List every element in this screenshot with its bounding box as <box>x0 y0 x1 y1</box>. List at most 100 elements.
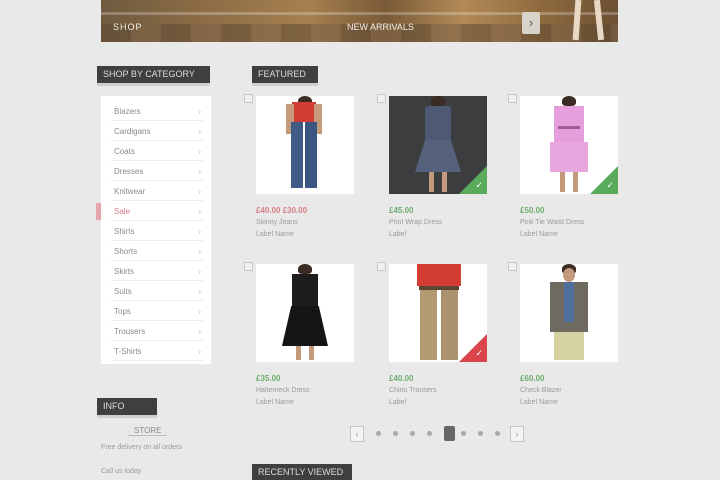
page-dot-current[interactable]: 5 <box>444 426 455 441</box>
compare-checkbox[interactable] <box>244 262 253 271</box>
page-dot[interactable]: 3 <box>410 431 415 436</box>
model-top <box>292 102 316 122</box>
product-price: £45.00 <box>389 206 414 215</box>
model-dress <box>425 106 451 142</box>
product-brand: Label Name <box>520 231 558 238</box>
store-logo[interactable]: STORE <box>128 426 168 436</box>
chevron-right-icon: › <box>198 167 201 176</box>
sidebar-category-item[interactable]: T-Shirts › <box>111 342 203 361</box>
model-chinos <box>420 290 437 360</box>
sidebar-category-item[interactable]: Shorts › <box>111 242 203 261</box>
product-image[interactable] <box>256 96 354 194</box>
prev-page-icon[interactable]: ‹ <box>350 426 364 442</box>
banner-band <box>101 12 618 15</box>
compare-checkbox[interactable] <box>377 262 386 271</box>
model-leg <box>296 346 301 360</box>
model-top <box>417 264 461 286</box>
model-dress <box>554 106 584 144</box>
product-image[interactable] <box>256 264 354 362</box>
product-price: £50.00 <box>520 206 545 215</box>
chevron-right-icon: › <box>198 207 201 216</box>
check-icon: ✓ <box>475 180 483 190</box>
chevron-right-icon: › <box>198 307 201 316</box>
chevron-right-icon: › <box>198 327 201 336</box>
sidebar-category-label: Trousers <box>114 327 146 336</box>
sidebar-category-item[interactable]: Knitwear › <box>111 182 203 201</box>
product-image[interactable]: ✓ <box>389 264 487 362</box>
product-image[interactable] <box>520 264 618 362</box>
product-name[interactable]: Print Wrap Dress <box>389 219 442 226</box>
sidebar-category-item[interactable]: Skirts › <box>111 262 203 281</box>
chevron-right-icon: › <box>198 287 201 296</box>
model-head <box>563 268 575 282</box>
compare-checkbox[interactable] <box>508 94 517 103</box>
sidebar-category-label: Shorts <box>114 247 138 256</box>
sidebar-category-label: Cardigans <box>114 127 151 136</box>
product-price: £40.00 <box>389 374 414 383</box>
sidebar-category-item[interactable]: Sale › <box>111 202 203 221</box>
sidebar-category-label: Sale <box>114 207 131 216</box>
model-dress-skirt <box>282 306 328 346</box>
category-list: Blazers › Cardigans › Coats › Dresses › Knitwear… <box>101 96 211 364</box>
sidebar-category-item[interactable]: Tops › <box>111 302 203 321</box>
model-dress-skirt <box>415 140 461 172</box>
model-shirt <box>564 282 574 322</box>
page-dot[interactable]: 4 <box>427 431 432 436</box>
product-image[interactable]: ✓ <box>389 96 487 194</box>
sidebar-category-label: Coats <box>114 147 135 156</box>
product-image[interactable]: ✓ <box>520 96 618 194</box>
sidebar-category-item[interactable]: Suits › <box>111 282 203 301</box>
chevron-right-icon: › <box>198 267 201 276</box>
product-brand: Label <box>389 231 407 238</box>
check-icon: ✓ <box>606 180 614 190</box>
sidebar-category-label: Knitwear <box>114 187 146 196</box>
chevron-right-icon: › <box>198 247 201 256</box>
recently-viewed-title: RECENTLY VIEWED <box>252 464 352 480</box>
sidebar-category-label: Suits <box>114 287 132 296</box>
next-page-icon[interactable]: › <box>510 426 524 442</box>
chevron-right-icon: › <box>198 147 201 156</box>
sidebar-category-label: Dresses <box>114 167 144 176</box>
sidebar-category-label: Shirts <box>114 227 135 236</box>
compare-checkbox[interactable] <box>508 262 517 271</box>
product-name[interactable]: Halterneck Dress <box>256 387 310 394</box>
banner-model-leg <box>593 0 605 41</box>
chevron-right-icon: › <box>198 227 201 236</box>
page-dot[interactable]: 2 <box>393 431 398 436</box>
page-dot[interactable]: 7 <box>478 431 483 436</box>
model-leg <box>429 172 434 192</box>
model-trousers <box>554 332 584 360</box>
hero-banner[interactable]: SHOP NEW ARRIVALS › <box>101 0 618 42</box>
product-brand: Label <box>389 399 407 406</box>
page-dot[interactable]: 6 <box>461 431 466 436</box>
model-hair <box>431 96 445 106</box>
page-dot[interactable]: 8 <box>495 431 500 436</box>
sidebar-category-item[interactable]: Shirts › <box>111 222 203 241</box>
pagination: ‹ › 1 2 3 4 5 6 7 8 <box>350 426 530 444</box>
info-line: Free delivery on all orders <box>101 444 182 451</box>
banner-model-image <box>566 0 616 42</box>
banner-label: SHOP <box>113 22 143 32</box>
info-line: Call us today <box>101 468 142 475</box>
product-name[interactable]: Check Blazer <box>520 387 562 394</box>
banner-next-arrow-icon[interactable]: › <box>522 12 540 34</box>
categories-title: SHOP BY CATEGORY <box>97 66 210 86</box>
product-name[interactable]: Pink Tie Waist Dress <box>520 219 584 226</box>
page-dot[interactable]: 1 <box>376 431 381 436</box>
chevron-right-icon: › <box>198 107 201 116</box>
sidebar-category-item[interactable]: Dresses › <box>111 162 203 181</box>
sidebar-category-item[interactable]: Blazers › <box>111 102 203 121</box>
model-leg <box>309 346 314 360</box>
compare-checkbox[interactable] <box>377 94 386 103</box>
compare-checkbox[interactable] <box>244 94 253 103</box>
model-dress <box>292 274 318 308</box>
product-name[interactable]: Chino Trousers <box>389 387 436 394</box>
sidebar-category-item[interactable]: Cardigans › <box>111 122 203 141</box>
sidebar-category-label: Tops <box>114 307 131 316</box>
product-name[interactable]: Skinny Jeans <box>256 219 298 226</box>
product-brand: Label Name <box>520 399 558 406</box>
sidebar-category-label: Skirts <box>114 267 134 276</box>
sidebar-category-item[interactable]: Trousers › <box>111 322 203 341</box>
model-belt <box>558 126 580 129</box>
sidebar-category-item[interactable]: Coats › <box>111 142 203 161</box>
